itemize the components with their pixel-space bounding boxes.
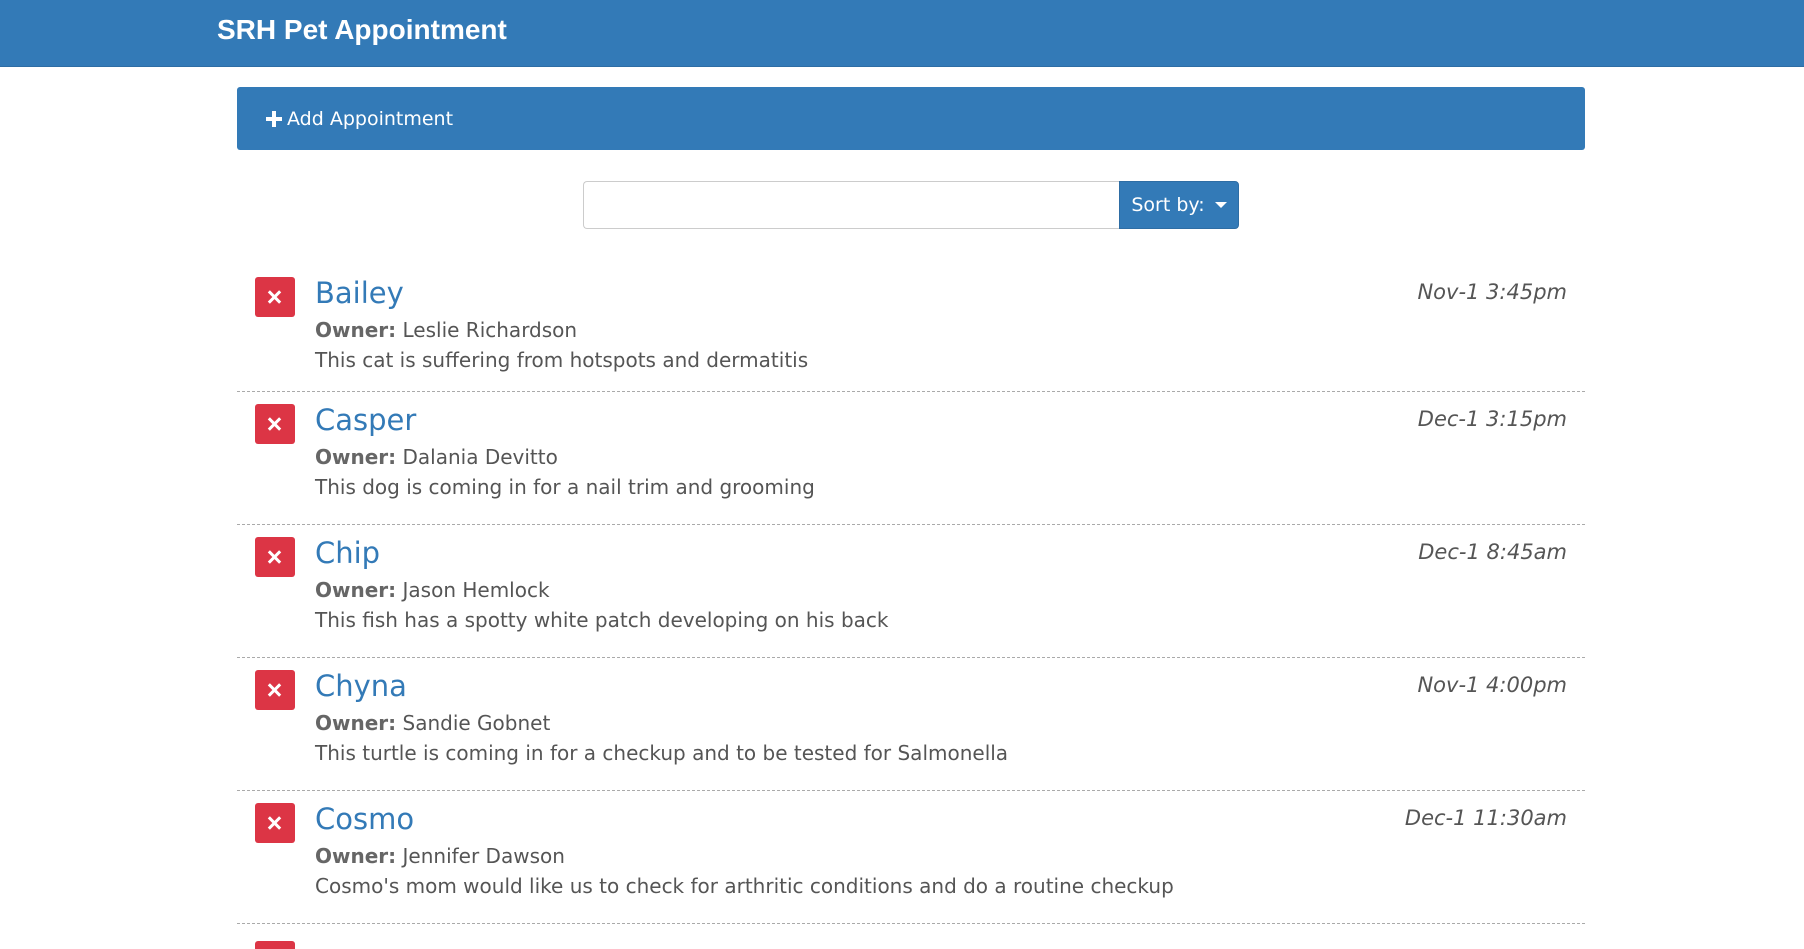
appointment-notes: This turtle is coming in for a checkup a… <box>315 741 1009 765</box>
owner-label: Owner: <box>315 318 397 342</box>
appointment-item: Bailey Nov-1 3:45pm Owner: Leslie Richar… <box>237 266 1585 392</box>
appointment-date: Dec-1 3:15pm <box>1417 407 1567 431</box>
add-appointment-label: Add Appointment <box>287 107 454 130</box>
pet-name[interactable]: Bailey <box>315 274 404 312</box>
appointment-date: Dec-1 11:30am <box>1404 806 1567 830</box>
delete-button[interactable] <box>255 404 295 444</box>
appointment-item: Cosmo Dec-1 11:30am Owner: Jennifer Daws… <box>237 792 1585 924</box>
owner-line: Owner: Jason Hemlock <box>315 576 550 604</box>
search-bar: Sort by: <box>583 181 1239 229</box>
owner-line: Owner: Dalania Devitto <box>315 443 558 471</box>
close-icon <box>268 417 282 431</box>
close-icon <box>268 683 282 697</box>
appointment-date: Nov-1 4:00pm <box>1417 673 1567 697</box>
pet-name[interactable]: Chip <box>315 534 380 572</box>
caret-down-icon <box>1214 202 1227 208</box>
delete-button[interactable] <box>255 670 295 710</box>
owner-label: Owner: <box>315 844 397 868</box>
owner-line: Owner: Sandie Gobnet <box>315 709 550 737</box>
appointment-notes: This dog is coming in for a nail trim an… <box>315 475 815 499</box>
pet-name[interactable]: Chyna <box>315 667 407 705</box>
close-icon <box>268 816 282 830</box>
plus-icon <box>265 110 283 128</box>
appointment-date: Dec-1 8:45am <box>1418 540 1567 564</box>
sort-by-button[interactable]: Sort by: <box>1119 181 1239 229</box>
appointment-notes: Cosmo's mom would like us to check for a… <box>315 874 1174 898</box>
owner-label: Owner: <box>315 445 397 469</box>
owner-name: Dalania Devitto <box>402 445 558 469</box>
appointment-date: Nov-1 3:45pm <box>1417 280 1567 304</box>
delete-button[interactable] <box>255 277 295 317</box>
appointment-item: Casper Dec-1 3:15pm Owner: Dalania Devit… <box>237 393 1585 525</box>
appointment-item: Chip Dec-1 8:45am Owner: Jason Hemlock T… <box>237 526 1585 658</box>
owner-label: Owner: <box>315 578 397 602</box>
owner-name: Jennifer Dawson <box>402 844 565 868</box>
appointment-item: Chyna Nov-1 4:00pm Owner: Sandie Gobnet … <box>237 659 1585 791</box>
delete-button[interactable] <box>255 537 295 577</box>
close-icon <box>268 290 282 304</box>
owner-name: Jason Hemlock <box>402 578 550 602</box>
pet-name[interactable]: Casper <box>315 401 416 439</box>
add-appointment-button[interactable]: Add Appointment <box>237 87 1585 150</box>
app-title[interactable]: SRH Pet Appointment <box>217 12 507 48</box>
search-input[interactable] <box>583 181 1119 229</box>
appointment-list: Bailey Nov-1 3:45pm Owner: Leslie Richar… <box>237 266 1585 925</box>
owner-label: Owner: <box>315 711 397 735</box>
navbar: SRH Pet Appointment <box>0 0 1804 67</box>
delete-button[interactable] <box>255 803 295 843</box>
delete-button[interactable] <box>255 941 295 949</box>
owner-line: Owner: Leslie Richardson <box>315 316 577 344</box>
close-icon <box>268 550 282 564</box>
appointment-notes: This cat is suffering from hotspots and … <box>315 348 809 372</box>
owner-name: Leslie Richardson <box>402 318 578 342</box>
owner-line: Owner: Jennifer Dawson <box>315 842 565 870</box>
owner-name: Sandie Gobnet <box>402 711 551 735</box>
sort-by-label: Sort by: <box>1131 194 1205 216</box>
appointment-notes: This fish has a spotty white patch devel… <box>315 608 889 632</box>
pet-name[interactable]: Cosmo <box>315 800 414 838</box>
